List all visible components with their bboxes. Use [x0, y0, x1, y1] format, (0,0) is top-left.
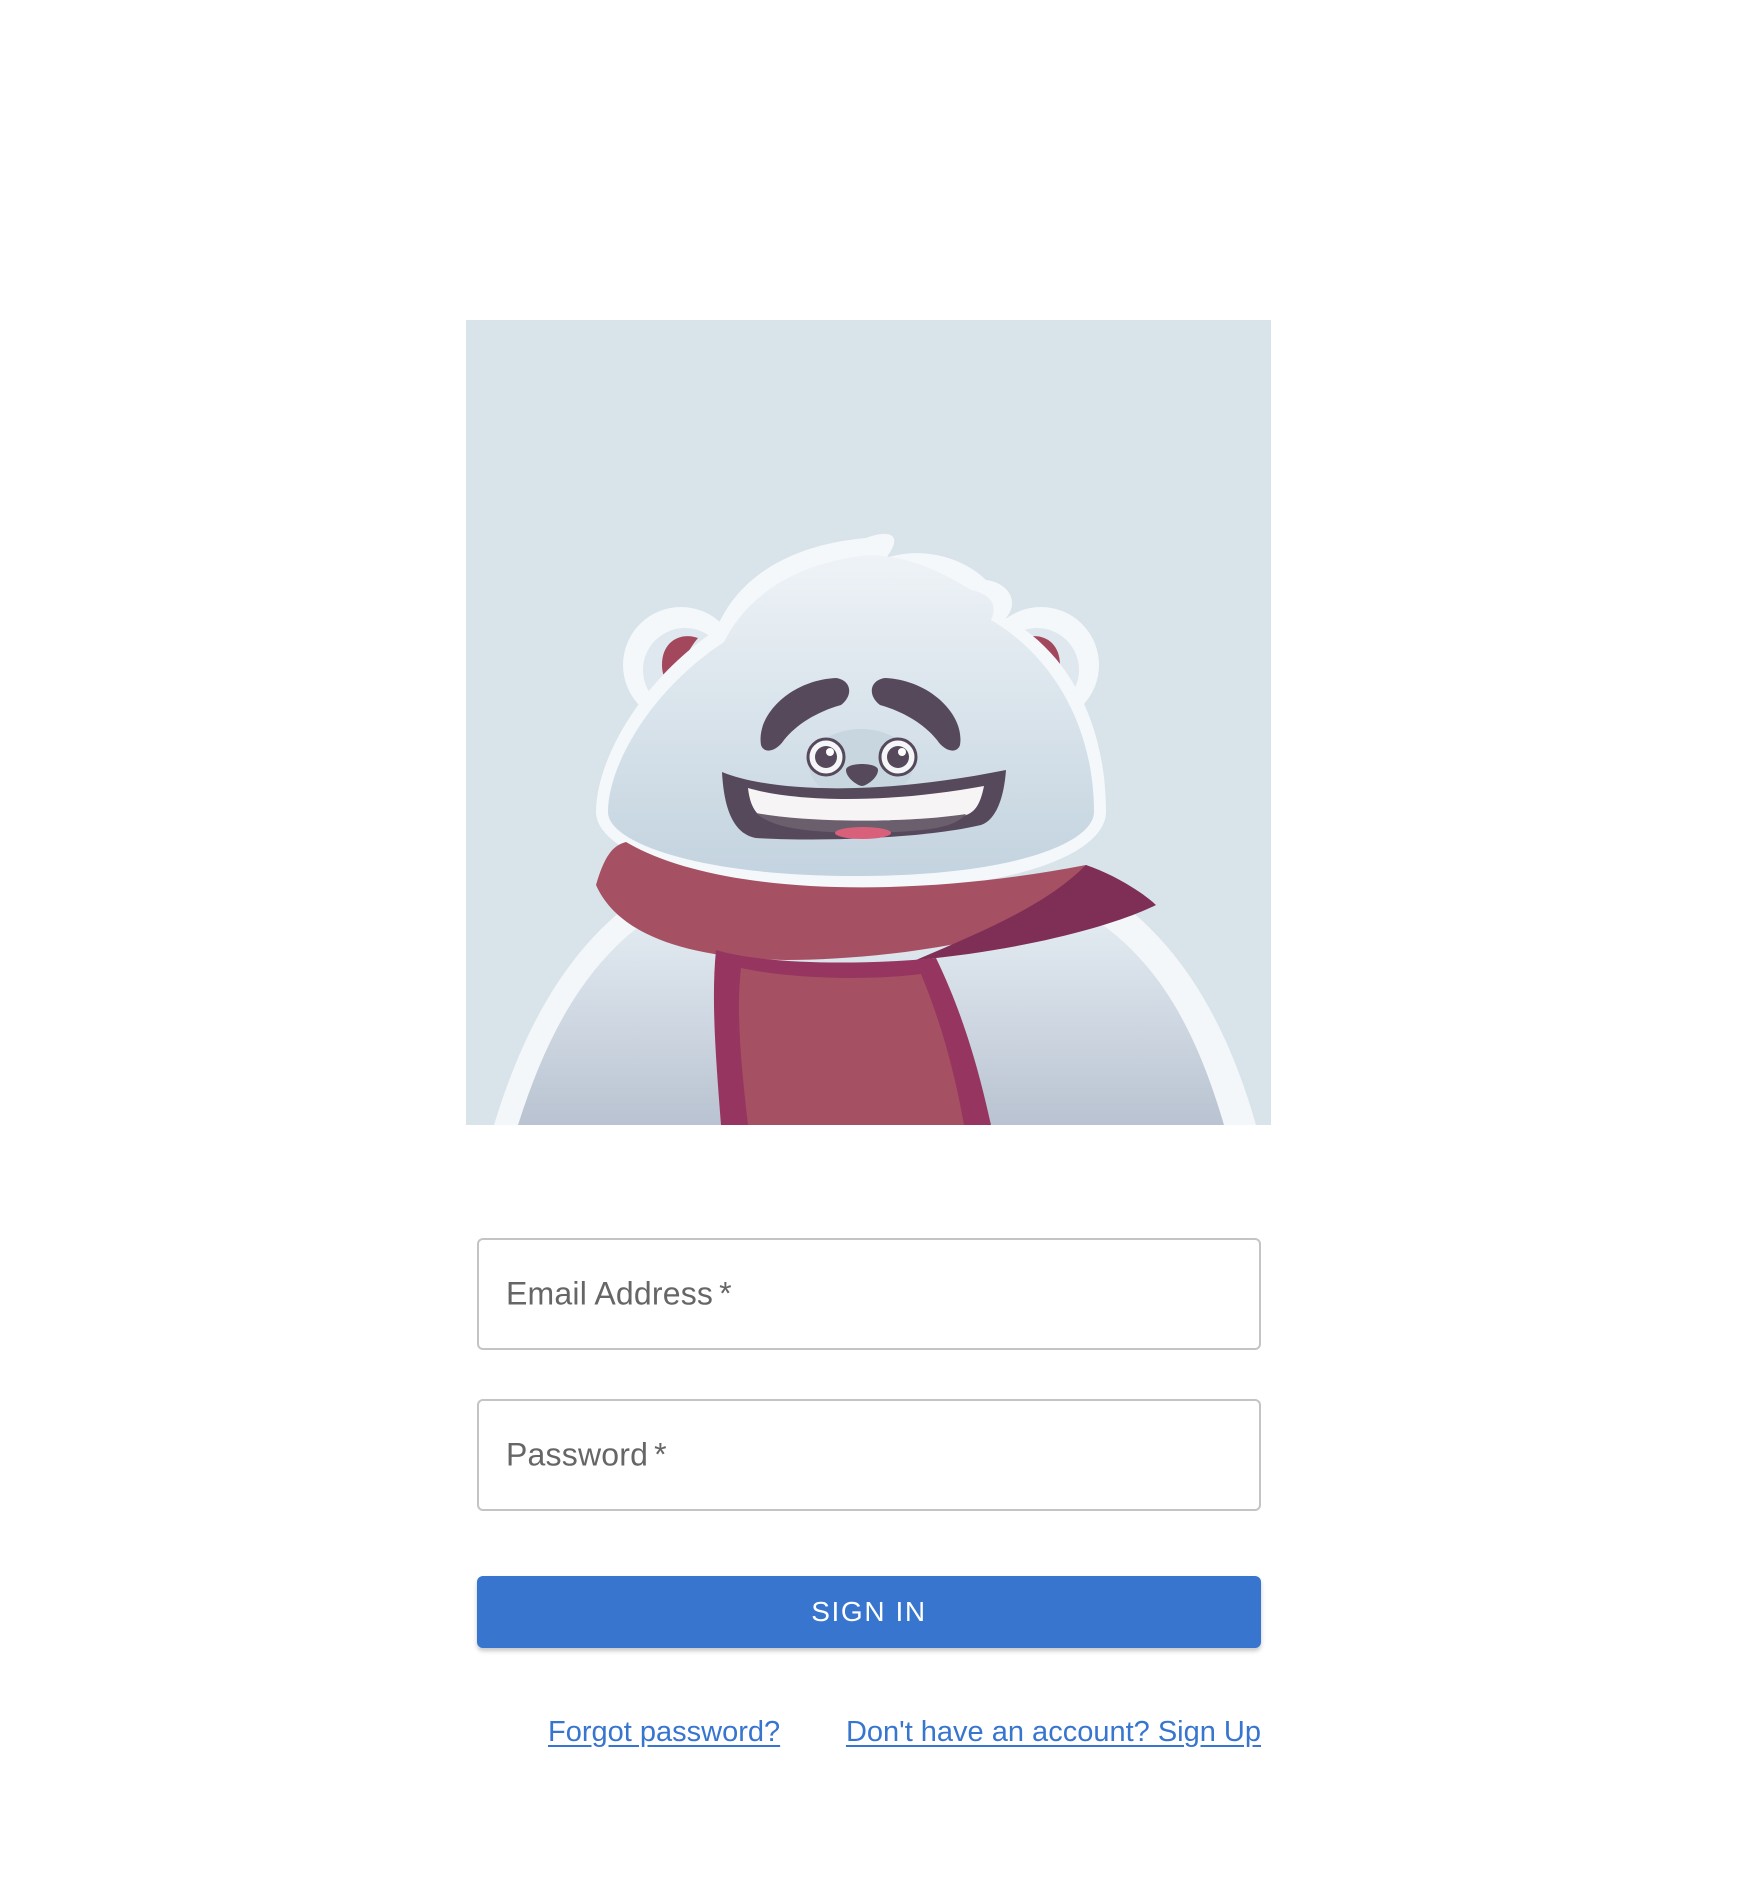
sign-up-link[interactable]: Don't have an account? Sign Up [846, 1716, 1261, 1749]
sign-in-button[interactable]: SIGN IN [477, 1576, 1261, 1648]
email-input[interactable] [479, 1240, 1259, 1348]
polar-bear-illustration [466, 320, 1271, 1125]
password-input[interactable] [479, 1401, 1259, 1509]
email-field[interactable]: Email Address * [477, 1238, 1261, 1350]
password-field[interactable]: Password * [477, 1399, 1261, 1511]
forgot-password-link[interactable]: Forgot password? [548, 1716, 780, 1749]
